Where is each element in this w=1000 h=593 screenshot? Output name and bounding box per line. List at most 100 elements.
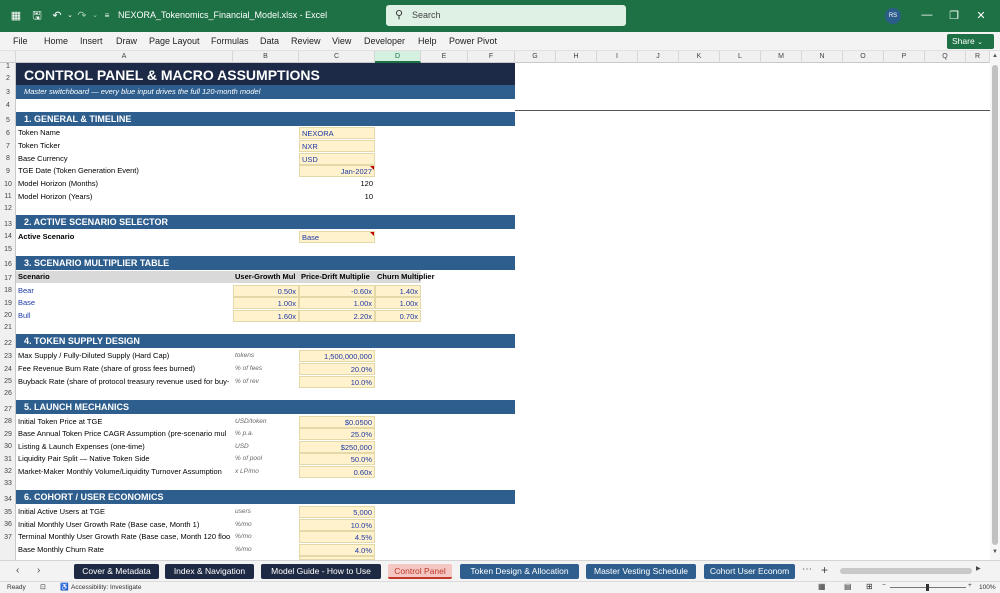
- zoom-out-icon[interactable]: −: [882, 582, 886, 589]
- column-header[interactable]: E: [421, 51, 468, 63]
- scroll-right-icon[interactable]: ▶: [976, 565, 981, 572]
- input-cell[interactable]: 1.60x: [233, 310, 299, 322]
- row-header[interactable]: 14: [0, 233, 16, 245]
- menu-review[interactable]: Review: [291, 36, 321, 46]
- row-header[interactable]: 28: [0, 418, 16, 430]
- row-header[interactable]: 24: [0, 366, 16, 378]
- column-header[interactable]: P: [884, 51, 925, 63]
- row-header[interactable]: 34: [0, 496, 16, 508]
- avatar[interactable]: RS: [885, 8, 901, 24]
- column-header[interactable]: O: [843, 51, 884, 63]
- row-header[interactable]: 35: [0, 509, 16, 521]
- row-header[interactable]: 21: [0, 324, 16, 336]
- page-layout-icon[interactable]: ▤: [844, 582, 852, 591]
- row-header[interactable]: 32: [0, 468, 16, 480]
- menu-formulas[interactable]: Formulas: [211, 36, 249, 46]
- more-tabs-icon[interactable]: ⋯: [802, 564, 812, 575]
- zoom-slider-thumb[interactable]: [926, 584, 929, 591]
- menu-data[interactable]: Data: [260, 36, 279, 46]
- column-header[interactable]: K: [679, 51, 720, 63]
- normal-view-icon[interactable]: ▦: [818, 582, 826, 591]
- row-header[interactable]: 5: [0, 117, 16, 129]
- input-cell[interactable]: 10.0%: [299, 376, 375, 388]
- menu-page-layout[interactable]: Page Layout: [149, 36, 200, 46]
- input-cell[interactable]: 1.40x: [375, 285, 421, 297]
- input-cell[interactable]: 1.00x: [233, 297, 299, 309]
- select-all-corner[interactable]: [0, 51, 16, 63]
- tab-token-design[interactable]: Token Design & Allocation: [460, 564, 579, 579]
- input-cell[interactable]: 0.70x: [375, 310, 421, 322]
- menu-power-pivot[interactable]: Power Pivot: [449, 36, 497, 46]
- menu-help[interactable]: Help: [418, 36, 437, 46]
- row-header[interactable]: 2: [0, 75, 16, 87]
- column-header[interactable]: I: [597, 51, 638, 63]
- column-header[interactable]: N: [802, 51, 843, 63]
- column-header[interactable]: M: [761, 51, 802, 63]
- input-cell[interactable]: 1.00x: [375, 297, 421, 309]
- input-cell[interactable]: 1.00x: [299, 297, 375, 309]
- row-header[interactable]: 8: [0, 155, 16, 167]
- menu-developer[interactable]: Developer: [364, 36, 405, 46]
- input-cell[interactable]: $250,000: [299, 441, 375, 453]
- column-header[interactable]: G: [515, 51, 556, 63]
- save-icon[interactable]: 🖫: [30, 9, 44, 23]
- column-header[interactable]: B: [233, 51, 299, 63]
- restore-icon[interactable]: ❐: [947, 9, 961, 22]
- row-header[interactable]: 7: [0, 143, 16, 155]
- row-header[interactable]: 20: [0, 312, 16, 324]
- tab-cohort-user[interactable]: Cohort User Econom: [704, 564, 795, 579]
- worksheet-grid[interactable]: A B C D E F G H I J K L M N O P Q R 1234…: [0, 51, 990, 560]
- row-header[interactable]: 25: [0, 378, 16, 390]
- tab-index-navigation[interactable]: Index & Navigation: [165, 564, 254, 579]
- vertical-scrollbar[interactable]: ▲ ▼: [990, 51, 1000, 560]
- row-header[interactable]: 19: [0, 300, 16, 312]
- accessibility-status[interactable]: Accessibility: Investigate: [71, 584, 141, 591]
- input-cell[interactable]: 4.0%: [299, 544, 375, 556]
- input-cell[interactable]: -0.60x: [299, 285, 375, 297]
- input-cell[interactable]: $0.0500: [299, 416, 375, 428]
- column-header[interactable]: R: [966, 51, 990, 63]
- input-cell[interactable]: USD: [299, 153, 375, 165]
- tab-model-guide[interactable]: Model Guide - How to Use: [261, 564, 381, 579]
- customize-toolbar-icon[interactable]: ≡: [100, 9, 114, 23]
- row-header[interactable]: 26: [0, 390, 16, 402]
- row-header[interactable]: 11: [0, 193, 16, 205]
- scroll-thumb[interactable]: [992, 65, 998, 545]
- row-header[interactable]: 31: [0, 456, 16, 468]
- menu-view[interactable]: View: [332, 36, 351, 46]
- undo-icon[interactable]: ↶: [50, 9, 64, 23]
- scroll-down-icon[interactable]: ▼: [992, 549, 998, 555]
- column-header[interactable]: C: [299, 51, 375, 63]
- menu-insert[interactable]: Insert: [80, 36, 103, 46]
- column-header[interactable]: D: [375, 51, 421, 63]
- input-cell[interactable]: 4.5%: [299, 531, 375, 543]
- column-header[interactable]: Q: [925, 51, 966, 63]
- row-header[interactable]: 16: [0, 261, 16, 273]
- column-header[interactable]: H: [556, 51, 597, 63]
- tab-cover-metadata[interactable]: Cover & Metadata: [74, 564, 159, 579]
- row-header[interactable]: 13: [0, 221, 16, 233]
- scroll-up-icon[interactable]: ▲: [992, 53, 998, 59]
- menu-home[interactable]: Home: [44, 36, 68, 46]
- row-header[interactable]: 6: [0, 130, 16, 142]
- row-header[interactable]: 27: [0, 406, 16, 418]
- zoom-level[interactable]: 100%: [979, 584, 996, 591]
- row-header[interactable]: 10: [0, 181, 16, 193]
- tab-master-vesting[interactable]: Master Vesting Schedule: [586, 564, 696, 579]
- row-header[interactable]: 9: [0, 168, 16, 180]
- input-cell[interactable]: 0.60x: [299, 466, 375, 478]
- column-header[interactable]: A: [16, 51, 233, 63]
- row-header[interactable]: 18: [0, 287, 16, 299]
- menu-file[interactable]: File: [13, 36, 28, 46]
- row-header[interactable]: 1: [0, 63, 16, 75]
- add-sheet-icon[interactable]: +: [821, 563, 828, 577]
- search-box[interactable]: ⚲ Search: [386, 5, 626, 26]
- row-header[interactable]: 17: [0, 275, 16, 287]
- close-icon[interactable]: ✕: [974, 9, 988, 22]
- value-cell[interactable]: 10: [299, 191, 375, 203]
- row-header[interactable]: 12: [0, 205, 16, 217]
- input-cell[interactable]: 50.0%: [299, 453, 375, 465]
- row-header[interactable]: 33: [0, 480, 16, 492]
- column-header[interactable]: L: [720, 51, 761, 63]
- row-header[interactable]: 23: [0, 353, 16, 365]
